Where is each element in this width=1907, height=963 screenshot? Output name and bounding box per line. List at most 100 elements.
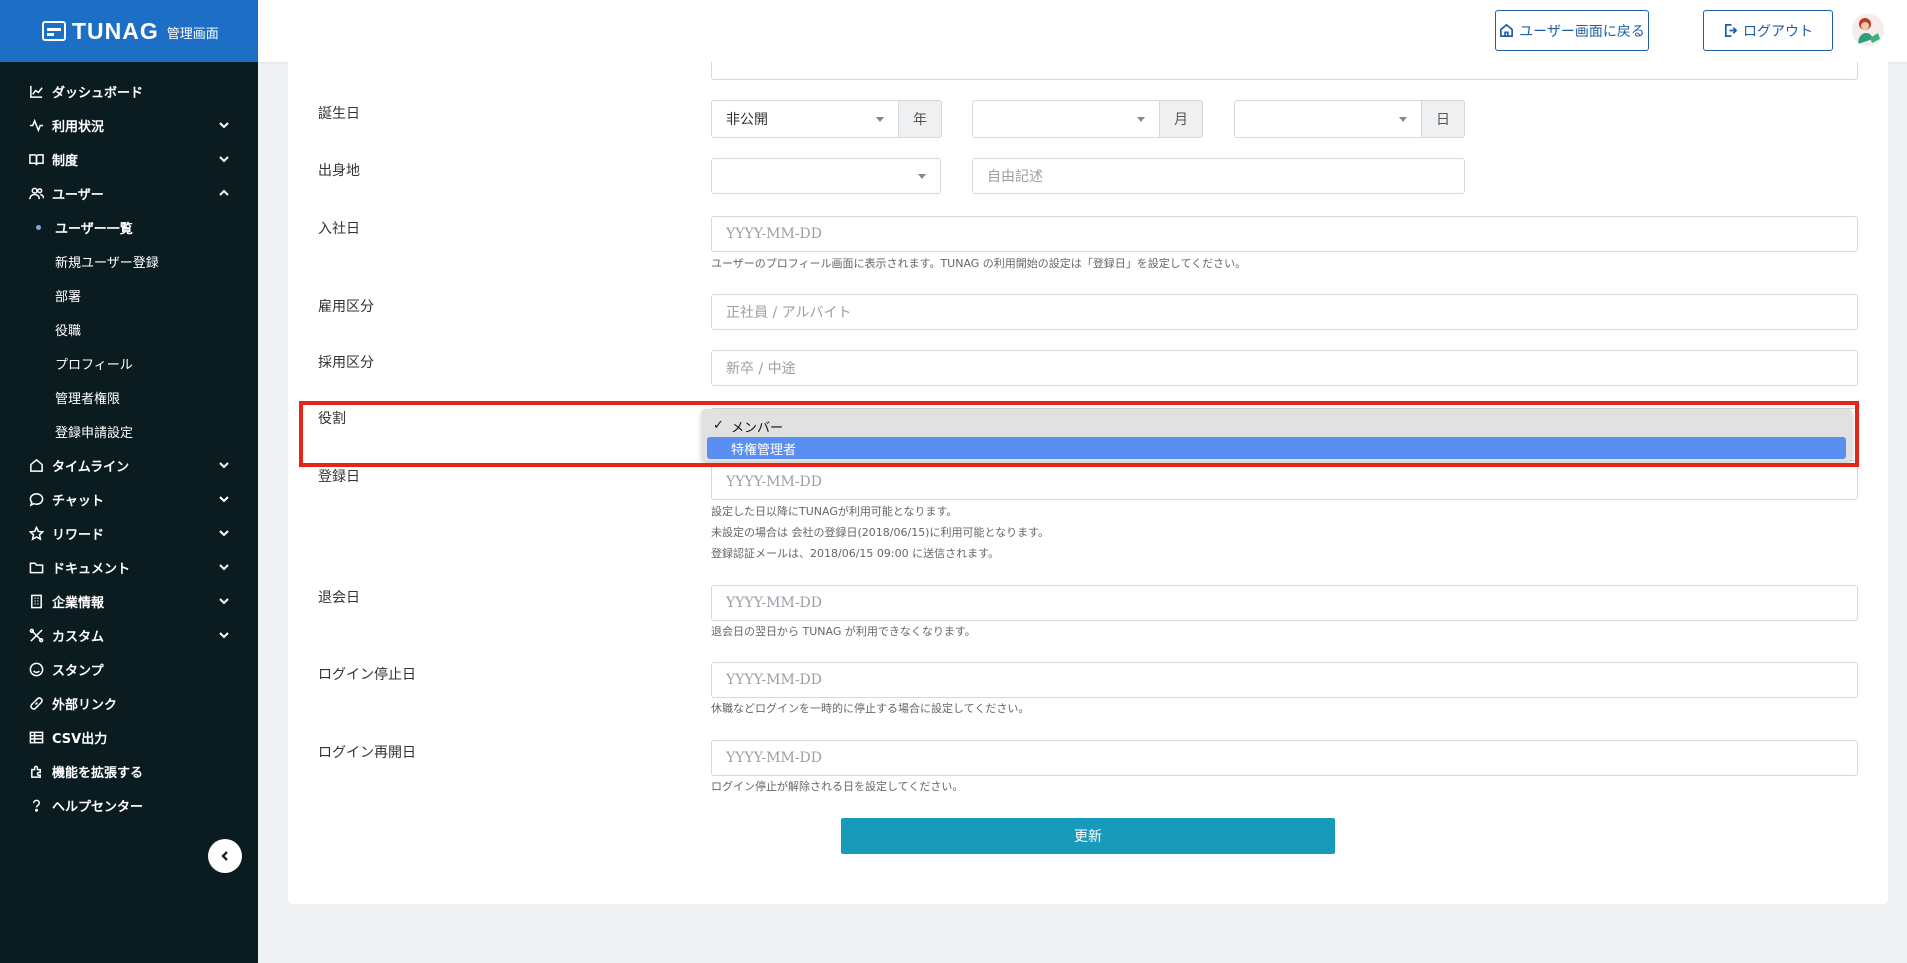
sidebar-subitem-admin-rights[interactable]: 管理者権限 [0,380,258,414]
login-resume-date-input[interactable]: YYYY-MM-DD [711,740,1858,776]
puzzle-icon [28,763,44,779]
caret-down-icon [918,174,926,179]
avatar-image [1852,14,1884,46]
sidebar-item-label: ダッシュボード [52,85,144,101]
sidebar-subitem-label: 新規ユーザー登録 [55,255,159,271]
update-button[interactable]: 更新 [841,818,1335,854]
registration-date-help-1: 設定した日以降にTUNAGが利用可能となります。 [711,505,958,518]
home-icon [28,457,44,473]
logout-icon [1724,24,1738,37]
active-dot-icon [36,224,41,230]
sidebar-subitem-label: ユーザー一覧 [55,221,133,237]
sidebar-subitem-departments[interactable]: 部署 [0,278,258,312]
hometown-select[interactable] [711,158,941,194]
users-icon [28,185,44,201]
sidebar-item-stamps[interactable]: スタンプ [0,652,258,686]
sidebar-item-help-center[interactable]: ヘルプセンター [0,788,258,822]
join-date-input[interactable]: YYYY-MM-DD [711,216,1858,252]
brand-name: TUNAG [72,17,159,44]
previous-field-input[interactable] [711,62,1858,80]
employment-type-input[interactable]: 正社員 / アルバイト [711,294,1858,330]
chevron-down-icon [218,153,230,165]
sidebar-item-users[interactable]: ユーザー [0,176,258,210]
activity-icon [28,117,44,133]
hiring-type-label: 採用区分 [318,355,374,371]
withdrawal-date-help: 退会日の翌日から TUNAG が利用できなくなります。 [711,625,976,638]
folder-icon [28,559,44,575]
sidebar-subitem-registration-settings[interactable]: 登録申請設定 [0,414,258,448]
hometown-free-input[interactable]: 自由記述 [972,158,1465,194]
sidebar-item-reward[interactable]: リワード [0,516,258,550]
caret-down-icon [876,117,884,122]
sidebar-item-extend-features[interactable]: 機能を拡張する [0,754,258,788]
smile-icon [28,661,44,677]
sidebar-item-usage[interactable]: 利用状況 [0,108,258,142]
tunag-logo-icon [42,21,66,41]
chevron-down-icon [218,119,230,131]
birthday-day-unit: 日 [1422,100,1465,138]
role-highlight-frame [299,401,1859,467]
login-resume-date-placeholder: YYYY-MM-DD [726,750,823,766]
join-date-label: 入社日 [318,221,360,237]
registration-date-placeholder: YYYY-MM-DD [726,474,823,490]
sidebar-item-label: ヘルプセンター [52,799,144,815]
join-date-help: ユーザーのプロフィール画面に表示されます。TUNAG の利用開始の設定は「登録日… [711,257,1247,270]
avatar[interactable] [1852,14,1884,46]
sidebar: TUNAG 管理画面 ダッシュボード 利用状況 制度 ユーザー ユーザー一覧 新… [0,0,258,963]
birthday-year-select[interactable]: 非公開 [711,100,899,138]
sidebar-item-external-links[interactable]: 外部リンク [0,686,258,720]
sidebar-item-label: 企業情報 [52,595,105,611]
chevron-down-icon [218,527,230,539]
sidebar-subitem-positions[interactable]: 役職 [0,312,258,346]
employment-type-placeholder: 正社員 / アルバイト [726,305,852,321]
brand-header[interactable]: TUNAG 管理画面 [0,0,258,62]
caret-down-icon [1137,117,1145,122]
sidebar-item-label: チャット [52,493,104,509]
logout-button[interactable]: ログアウト [1703,10,1833,51]
birthday-month-select[interactable] [972,100,1160,138]
birthday-year-unit: 年 [899,100,942,138]
book-icon [28,151,44,167]
login-stop-date-input[interactable]: YYYY-MM-DD [711,662,1858,698]
join-date-placeholder: YYYY-MM-DD [726,226,823,242]
sidebar-item-label: 機能を拡張する [52,765,144,781]
sidebar-subitem-label: 登録申請設定 [55,425,134,441]
birthday-day-select[interactable] [1234,100,1422,138]
login-stop-date-placeholder: YYYY-MM-DD [726,672,823,688]
sidebar-item-system[interactable]: 制度 [0,142,258,176]
chevron-up-icon [218,187,230,199]
sidebar-item-documents[interactable]: ドキュメント [0,550,258,584]
sidebar-item-dashboard[interactable]: ダッシュボード [0,74,258,108]
login-resume-date-label: ログイン再開日 [318,745,416,761]
sidebar-item-company-info[interactable]: 企業情報 [0,584,258,618]
back-to-user-screen-label: ユーザー画面に戻る [1519,23,1645,40]
sidebar-item-custom[interactable]: カスタム [0,618,258,652]
sidebar-item-chat[interactable]: チャット [0,482,258,516]
sidebar-subitem-label: 管理者権限 [55,391,121,407]
hiring-type-placeholder: 新卒 / 中途 [726,361,796,377]
login-resume-date-help: ログイン停止が解除される日を設定してください。 [711,780,964,793]
hiring-type-input[interactable]: 新卒 / 中途 [711,350,1858,386]
chevron-left-icon [221,851,228,861]
sidebar-subitem-label: 役職 [55,323,82,339]
back-to-user-screen-button[interactable]: ユーザー画面に戻る [1495,10,1649,51]
sidebar-subitem-user-list[interactable]: ユーザー一覧 [0,210,258,244]
registration-date-input[interactable]: YYYY-MM-DD [711,464,1858,500]
chevron-down-icon [218,595,230,607]
birthday-label: 誕生日 [318,106,360,122]
registration-date-help-2: 未設定の場合は 会社の登録日(2018/06/15)に利用可能となります。 [711,526,1050,539]
top-header: ユーザー画面に戻る ログアウト [258,0,1907,62]
withdrawal-date-input[interactable]: YYYY-MM-DD [711,585,1858,621]
sidebar-subitem-label: 部署 [55,289,82,305]
sidebar-item-label: タイムライン [52,459,130,475]
sidebar-collapse-button[interactable] [208,839,242,873]
sidebar-item-label: 制度 [52,153,79,169]
link-icon [28,695,44,711]
sidebar-item-csv-export[interactable]: CSV出力 [0,720,258,754]
chevron-down-icon [218,629,230,641]
sidebar-subitem-profile[interactable]: プロフィール [0,346,258,380]
sidebar-item-timeline[interactable]: タイムライン [0,448,258,482]
building-icon [28,593,44,609]
sidebar-item-label: スタンプ [52,663,104,679]
sidebar-subitem-new-user[interactable]: 新規ユーザー登録 [0,244,258,278]
